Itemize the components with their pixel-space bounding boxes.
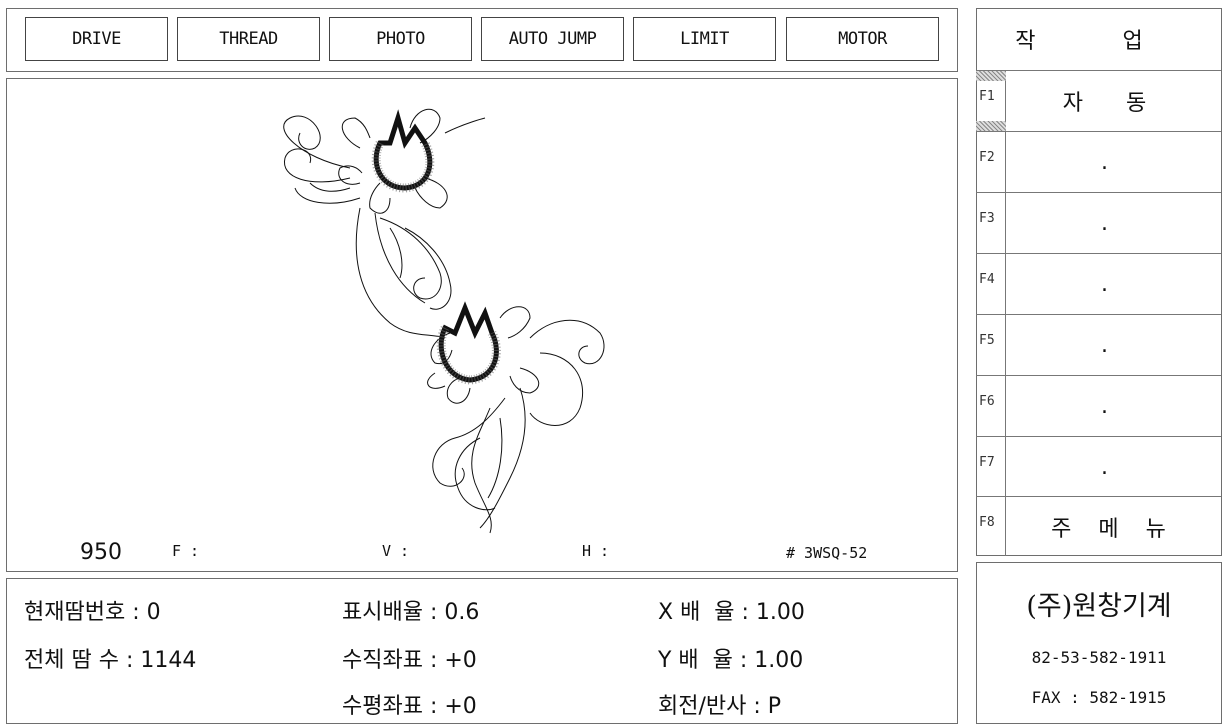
fkey-f7[interactable]: F7 . (976, 436, 1221, 497)
v-label: V : (382, 542, 410, 560)
total-stitch-count: 전체 땀 수 : 1144 (24, 648, 197, 673)
fkey-f8[interactable]: F8 주 메 뉴 (976, 496, 1221, 556)
horizontal-coordinate: 수평좌표 : +0 (342, 694, 477, 719)
hatch-top (976, 71, 1006, 81)
hatch-bottom (976, 121, 1006, 131)
fkey-label: F8 (976, 497, 1006, 556)
fkey-value: . (1101, 454, 1126, 480)
fkey-label: F7 (976, 437, 1006, 497)
drive-button[interactable]: DRIVE (25, 17, 168, 61)
fkey-f4[interactable]: F4 . (976, 253, 1221, 314)
fkey-label: F3 (976, 193, 1006, 253)
auto-jump-button[interactable]: AUTO JUMP (481, 17, 624, 61)
fkey-label: F6 (976, 376, 1006, 436)
motor-button[interactable]: MOTOR (786, 17, 939, 61)
fkey-f2[interactable]: F2 . (976, 131, 1221, 192)
h-label: H : (582, 542, 610, 560)
fkey-value: . (1101, 210, 1126, 236)
embroidery-design (283, 108, 605, 534)
x-scale: X 배 율 : 1.00 (658, 600, 805, 625)
f-label: F : (172, 542, 200, 560)
fkey-value: . (1101, 332, 1126, 358)
auto-label: 자 동 (1062, 91, 1165, 116)
photo-button[interactable]: PHOTO (329, 17, 472, 61)
vertical-coordinate: 수직좌표 : +0 (342, 648, 477, 673)
main-menu-label: 주 메 뉴 (1051, 516, 1176, 542)
fkey-label: F5 (976, 315, 1006, 375)
design-id: # 3WSQ-52 (786, 544, 868, 562)
fkey-label: F4 (976, 254, 1006, 314)
fkey-f3[interactable]: F3 . (976, 192, 1221, 253)
rotate-mirror: 회전/반사 : P (658, 694, 782, 719)
display-scale: 표시배율 : 0.6 (342, 600, 480, 625)
company-fax: FAX : 582-1915 (1031, 688, 1167, 707)
current-stitch-number: 현재땀번호 : 0 (24, 600, 161, 625)
fkey-label: F2 (976, 132, 1006, 192)
fkey-f6[interactable]: F6 . (976, 375, 1221, 436)
limit-button[interactable]: LIMIT (633, 17, 776, 61)
sidebar-title: 작 업 (1015, 29, 1183, 54)
fkey-f1[interactable]: F1 자 동 (976, 70, 1221, 131)
fkey-f5[interactable]: F5 . (976, 314, 1221, 375)
company-phone: 82-53-582-1911 (1031, 648, 1167, 667)
stitch-count: 950 (80, 540, 122, 565)
y-scale: Y 배 율 : 1.00 (658, 648, 804, 673)
fkey-value: . (1101, 149, 1126, 175)
fkey-value: . (1101, 393, 1126, 419)
company-name: (주)원창기계 (1026, 591, 1172, 622)
thread-button[interactable]: THREAD (177, 17, 320, 61)
fkey-value: . (1101, 271, 1126, 297)
